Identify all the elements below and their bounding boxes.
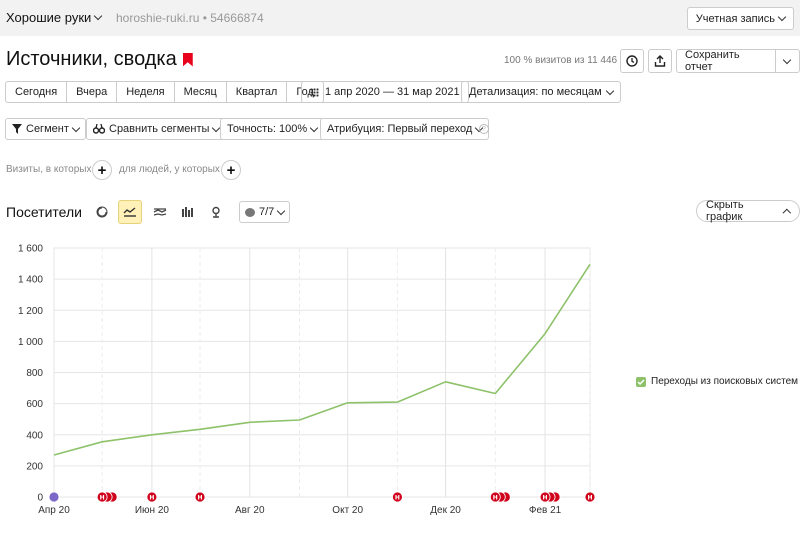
people-filter-label: для людей, у которых [119,164,220,175]
chart-type-bar[interactable] [176,200,200,224]
check-icon [637,378,645,385]
help-icon[interactable]: ? [479,124,489,134]
plus-icon: + [97,161,107,179]
line-chart-icon [123,207,136,217]
top-bar: Хорошие руки horoshie-ruki.ru • 54666874… [0,0,800,36]
visits-filter-label: Визиты, в которых [6,164,92,175]
annotation-marker-label: Н [198,495,203,502]
chevron-down-icon [783,55,792,64]
y-tick-label: 400 [26,430,43,441]
chart-type-pie[interactable] [90,200,114,224]
funnel-icon [12,124,22,134]
chart-title: Посетители [6,204,82,220]
annotation-marker-label: Н [100,495,105,502]
annotation-marker-label: Н [493,495,498,502]
add-people-condition-button[interactable]: + [221,160,241,180]
y-tick-label: 800 [26,368,43,379]
x-tick-label: Апр 20 [38,505,70,516]
legend-label: Переходы из поисковых систем [651,376,799,387]
period-quarter[interactable]: Квартал [227,82,288,102]
area-chart-icon [153,208,167,216]
compare-segments-button[interactable]: Сравнить сегменты [86,118,227,140]
accuracy-select[interactable]: Точность: 100% [220,118,325,140]
chevron-down-icon [94,11,103,21]
site-selector[interactable]: Хорошие руки [6,10,103,25]
pie-chart-icon [96,206,108,218]
site-url: horoshie-ruki.ru • 54666874 [116,11,264,25]
account-button[interactable]: Учетная запись [686,7,794,30]
period-week[interactable]: Неделя [117,82,175,102]
annotation-marker [48,491,60,503]
chevron-down-icon [71,123,81,132]
period-today[interactable]: Сегодня [6,82,68,102]
history-button[interactable] [620,49,644,73]
y-tick-label: 600 [26,399,43,410]
bookmark-icon[interactable] [182,52,193,67]
export-button[interactable] [648,49,672,73]
visits-info: 100 % визитов из 11 446 [504,55,618,66]
hide-chart-button[interactable]: Скрыть график [696,199,800,223]
chart-type-area[interactable] [148,200,172,224]
chevron-down-icon [605,86,614,95]
annotation-marker-label: Н [149,495,154,502]
series-line [53,263,591,456]
annotation-marker-label: Н [395,495,400,502]
x-tick-label: Окт 20 [332,505,363,516]
chart-type-map[interactable] [204,200,228,224]
save-report-button[interactable]: Сохранить отчет [677,49,776,73]
annotation-marker-label: Н [587,495,592,502]
site-name: Хорошие руки [6,10,92,25]
x-tick-label: Авг 20 [235,505,265,516]
save-report-dropdown[interactable] [776,50,799,72]
comments-button[interactable]: 7/7 [239,201,291,223]
x-tick-label: Дек 20 [430,505,461,516]
bar-chart-icon [182,207,193,217]
y-tick-label: 1 600 [18,244,43,255]
period-month[interactable]: Месяц [175,82,227,102]
y-tick-label: 0 [37,493,43,504]
chart-legend: Переходы из поисковых систем [636,376,798,387]
compare-icon [93,124,105,134]
visitors-line-chart: 0 200 400 600 800 1 000 1 200 1 400 1 600 Апр 20 И… [18,244,596,516]
x-tick-label: Фев 21 [529,505,562,516]
chevron-down-icon [309,123,319,132]
period-selector: Сегодня Вчера Неделя Месяц Квартал Год [5,81,324,103]
chevron-down-icon [777,12,787,22]
comment-icon [245,207,255,217]
upload-icon [654,55,666,67]
date-range-button[interactable]: 1 апр 2020 — 31 мар 2021 [301,81,469,103]
save-report-group: Сохранить отчет [676,49,800,73]
y-tick-label: 1 400 [18,275,43,286]
legend-checkbox[interactable] [636,376,646,387]
y-tick-label: 1 000 [18,337,43,348]
clock-icon [626,55,638,67]
y-tick-label: 200 [26,461,43,472]
chevron-down-icon [277,206,286,215]
attribution-select[interactable]: Атрибуция: Первый переход [320,118,490,140]
chevron-up-icon [782,208,792,217]
chart-type-line[interactable] [118,200,142,224]
plus-icon: + [226,161,236,179]
period-yesterday[interactable]: Вчера [67,82,118,102]
x-tick-label: Июн 20 [135,505,170,516]
add-visits-condition-button[interactable]: + [92,160,112,180]
detail-select[interactable]: Детализация: по месяцам [461,81,621,103]
map-pin-icon [212,206,220,218]
segment-button[interactable]: Сегмент [5,118,86,140]
y-tick-label: 1 200 [18,306,43,317]
page-title: Источники, сводка [6,48,193,71]
calendar-icon [310,87,319,97]
annotation-marker-label: Н [543,495,548,502]
